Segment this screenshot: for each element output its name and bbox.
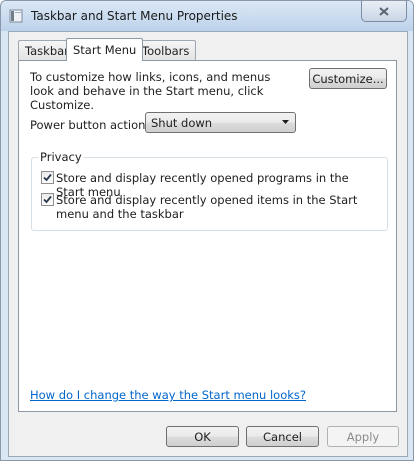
title-bar[interactable]: Taskbar and Start Menu Properties — [1, 1, 413, 31]
taskbar-app-icon — [9, 9, 23, 23]
recent-programs-checkbox[interactable] — [41, 171, 54, 184]
close-button[interactable] — [361, 1, 407, 22]
tab-taskbar-label: Taskbar — [25, 43, 69, 58]
privacy-group: Privacy Store and display recently opene… — [31, 150, 388, 231]
cancel-button-label: Cancel — [263, 429, 302, 444]
start-menu-help-link[interactable]: How do I change the way the Start menu l… — [30, 388, 306, 402]
checkmark-icon — [43, 173, 52, 182]
customize-description: To customize how links, icons, and menus… — [30, 70, 271, 112]
ok-button[interactable]: OK — [166, 426, 239, 447]
power-button-select[interactable]: Shut down — [145, 112, 296, 133]
chevron-down-icon — [282, 120, 289, 124]
privacy-group-title: Privacy — [38, 150, 84, 164]
recent-items-checkbox[interactable] — [41, 193, 54, 206]
checkmark-icon — [43, 195, 52, 204]
tab-toolbars-label: Toolbars — [142, 43, 190, 58]
tab-start-menu[interactable]: Start Menu — [66, 38, 144, 61]
close-icon — [379, 6, 389, 16]
cancel-button[interactable]: Cancel — [246, 426, 319, 447]
tab-toolbars[interactable]: Toolbars — [135, 40, 197, 60]
window-title: Taskbar and Start Menu Properties — [31, 9, 238, 23]
apply-button-label: Apply — [346, 429, 380, 444]
properties-dialog: Taskbar and Start Menu Properties Taskba… — [0, 0, 414, 461]
customize-button-label: Customize... — [312, 71, 384, 86]
recent-items-label[interactable]: Store and display recently opened items … — [56, 193, 376, 221]
customize-button[interactable]: Customize... — [309, 68, 387, 89]
power-button-value: Shut down — [151, 116, 213, 130]
power-button-label: Power button action: — [30, 118, 150, 132]
ok-button-label: OK — [194, 429, 211, 444]
tab-start-menu-label: Start Menu — [73, 43, 137, 57]
apply-button[interactable]: Apply — [327, 426, 399, 447]
start-menu-panel: To customize how links, icons, and menus… — [18, 60, 397, 412]
dialog-body: Taskbar Start Menu Toolbars To customize… — [8, 31, 408, 457]
